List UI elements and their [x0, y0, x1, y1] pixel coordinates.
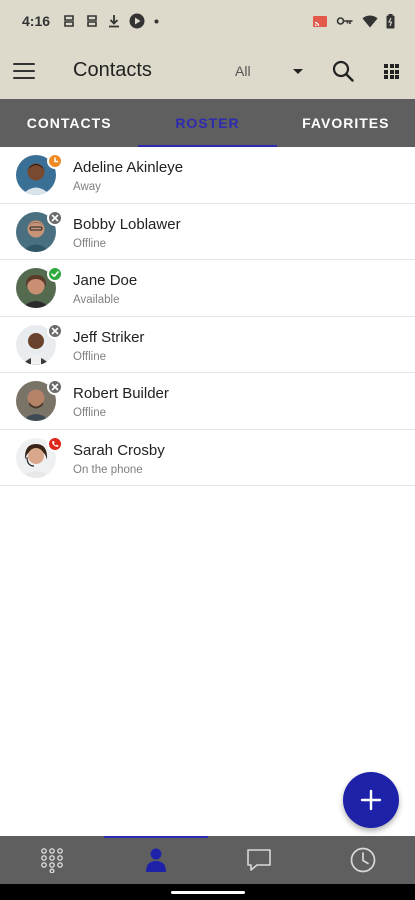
nav-dialpad[interactable] [0, 836, 104, 884]
nav-history[interactable] [311, 836, 415, 884]
menu-icon[interactable] [13, 60, 35, 82]
tab-bar: CONTACTS ROSTER FAVORITES [0, 99, 415, 147]
list-item[interactable]: Jane Doe Available [0, 260, 415, 317]
app-notification-icon [64, 15, 74, 27]
offline-status-icon [47, 379, 63, 395]
grid-view-icon[interactable] [384, 64, 399, 79]
status-time: 4:16 [22, 13, 51, 29]
tab-roster[interactable]: ROSTER [138, 99, 277, 147]
status-bar: 4:16 [0, 0, 415, 42]
download-icon [109, 15, 120, 28]
contact-name: Adeline Akinleye [73, 159, 184, 176]
offline-status-icon [47, 209, 63, 226]
page-title: Contacts [73, 59, 152, 81]
battery-icon [386, 13, 395, 28]
contact-name: Jeff Striker [73, 328, 145, 346]
wifi-icon [362, 15, 378, 27]
notification-icons [62, 13, 159, 29]
list-item[interactable]: Jeff Striker Offline [0, 317, 415, 373]
person-icon [145, 848, 166, 872]
contact-name: Jane Doe [73, 272, 138, 289]
contact-status: Away [73, 181, 101, 193]
history-clock-icon [350, 847, 376, 873]
on-phone-status-icon [47, 435, 63, 452]
gesture-bar [0, 884, 415, 900]
system-icons [312, 13, 395, 29]
tab-contacts[interactable]: CONTACTS [0, 99, 138, 147]
cast-icon [313, 15, 327, 27]
list-item[interactable]: Bobby Loblawer Offline [0, 204, 415, 260]
play-icon [129, 13, 145, 29]
contact-status: Offline [73, 237, 107, 250]
app-notification-icon [87, 15, 97, 27]
dot-icon [154, 19, 159, 23]
roster-list: Adeline Akinleye Away Bobby Loblawer Off… [0, 147, 415, 486]
home-indicator[interactable] [171, 891, 245, 894]
list-item[interactable]: Robert Builder Offline [0, 373, 415, 430]
offline-status-icon [47, 322, 63, 339]
vpn-key-icon [336, 17, 353, 25]
filter-dropdown[interactable]: All [235, 63, 251, 79]
chat-icon [247, 849, 272, 871]
contact-status: Available [73, 294, 120, 306]
contact-name: Bobby Loblawer [73, 215, 181, 233]
contact-name: Robert Builder [73, 385, 169, 402]
list-item[interactable]: Adeline Akinleye Away [0, 147, 415, 204]
contact-name: Sarah Crosby [73, 441, 165, 459]
nav-contacts[interactable] [103, 836, 208, 884]
add-contact-button[interactable] [343, 772, 399, 828]
plus-icon [360, 789, 382, 811]
dialpad-icon [40, 848, 63, 873]
contact-status: On the phone [73, 463, 143, 476]
nav-messages[interactable] [208, 836, 312, 884]
contacts-screen: 4:16 Contacts All CONTACTS ROSTER FAVORI… [0, 0, 415, 900]
contact-status: Offline [73, 407, 107, 419]
bottom-navigation [0, 836, 415, 884]
tab-favorites[interactable]: FAVORITES [277, 99, 415, 147]
contact-status: Offline [73, 350, 107, 363]
list-item[interactable]: Sarah Crosby On the phone [0, 430, 415, 486]
app-bar: Contacts All [0, 42, 415, 99]
available-status-icon [47, 266, 63, 282]
caret-down-icon[interactable] [293, 69, 303, 74]
search-icon[interactable] [331, 59, 355, 83]
away-status-icon [47, 153, 63, 169]
